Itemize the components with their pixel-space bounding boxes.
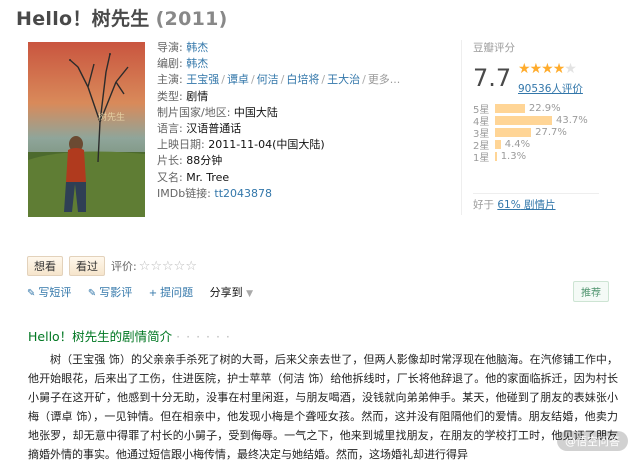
rating-bar (495, 116, 552, 126)
language-value: 汉语普通话 (186, 121, 242, 135)
cast-link[interactable]: 谭卓 (227, 73, 249, 86)
poster-image: 树先生 (28, 42, 145, 217)
rating-bar (495, 139, 501, 149)
writer-row: 编剧: 韩杰 (157, 56, 412, 72)
imdb-label: IMDb链接: (157, 186, 211, 200)
rating-bar-pct: 1.3% (500, 150, 527, 162)
recommend-button[interactable]: 推荐 (573, 281, 609, 302)
synopsis-title: Hello！树先生的剧情简介 (28, 329, 173, 344)
better-pct: 61% (497, 199, 521, 211)
better-link[interactable]: 61% 剧情片 (497, 199, 555, 211)
movie-year: (2011) (155, 8, 228, 30)
rating-score: 7.7 (473, 64, 512, 92)
write-review-item[interactable]: ✎ 写短评 (27, 286, 71, 299)
plus-icon: + (148, 288, 158, 299)
genre-label: 类型: (157, 89, 183, 103)
chevron-down-icon: ▼ (246, 289, 254, 299)
aka-value: Mr. Tree (186, 170, 230, 184)
cast-link[interactable]: 白培将 (286, 73, 319, 86)
write-long-review-item[interactable]: ✎ 写影评 (88, 286, 132, 299)
rating-bar-row: 1星 1.3% (473, 150, 588, 164)
svg-text:树先生: 树先生 (98, 111, 125, 123)
synopsis-text: 树（王宝强 饰）的父亲亲手杀死了树的大哥，后来父亲去世了，但两人影像却时常浮现在… (28, 353, 618, 461)
synopsis-body: 树（王宝强 饰）的父亲亲手杀死了树的大哥，后来父亲去世了，但两人影像却时常浮现在… (28, 350, 618, 464)
release-value: 2011-11-04(中国大陆) (208, 138, 325, 152)
share-to-label: 分享到 (209, 286, 243, 299)
better-genre: 剧情片 (524, 199, 556, 211)
rating-bar (495, 127, 532, 137)
write-review-label: 写短评 (38, 286, 72, 299)
movie-poster[interactable]: 树先生 (28, 42, 145, 217)
rating-distribution: 5星 22.9% 4星 43.7% 3星 27.7% 2星 4.4% 1星 1.3% (473, 103, 588, 164)
write-long-review-label: 写影评 (99, 286, 133, 299)
country-label: 制片国家/地区: (157, 105, 231, 119)
want-button[interactable]: 想看 (27, 256, 63, 276)
release-label: 上映日期: (157, 138, 205, 152)
writer-label: 编剧: (157, 57, 183, 71)
pen-icon: ✎ (87, 288, 97, 299)
synopsis-heading: Hello！树先生的剧情简介 · · · · · · (28, 326, 231, 345)
cast-link[interactable]: 王大治 (327, 73, 360, 86)
genre-value: 剧情 (186, 89, 209, 103)
share-bar: ✎ 写短评 ✎ 写影评 + 提问题 分享到 ▼ (27, 284, 266, 300)
director-link[interactable]: 韩杰 (186, 41, 208, 54)
rating-stars: ★★★★★ (518, 61, 577, 77)
votes-link[interactable]: 90536人评价 (518, 81, 583, 96)
pen-icon: ✎ (27, 288, 36, 299)
runtime-label: 片长: (157, 154, 183, 168)
runtime-value: 88分钟 (186, 154, 223, 168)
country-row: 制片国家/地区: 中国大陆 (157, 105, 412, 121)
director-label: 导演: (157, 41, 183, 54)
action-bar: 想看 看过 评价: ☆☆☆☆☆ (27, 256, 197, 276)
movie-name: Hello！树先生 (16, 8, 150, 30)
watermark: @悟空问答 (557, 431, 628, 451)
star-icon: ★ (541, 61, 554, 77)
more-cast-link[interactable]: 更多... (368, 73, 401, 86)
aka-row: 又名: Mr. Tree (157, 170, 412, 186)
rate-stars[interactable]: ☆☆☆☆☆ (139, 259, 197, 274)
imdb-row: IMDb链接: tt2043878 (157, 186, 412, 202)
synopsis-dots: · · · · · · (176, 329, 231, 344)
cast-label: 主演: (157, 73, 183, 87)
star-icon: ★ (518, 61, 531, 77)
rating-bar-pct: 22.9% (528, 103, 561, 115)
better-than: 好于 61% 剧情片 (473, 193, 599, 212)
cast-row: 主演: 王宝强 / 谭卓 / 何洁 / 白培将 / 王大治 / 更多... (157, 73, 401, 87)
share-to-item[interactable]: 分享到 ▼ (210, 286, 253, 299)
director-row: 导演: 韩杰 (157, 40, 412, 56)
star-icon: ★ (552, 61, 566, 77)
ask-question-label: 提问题 (160, 286, 194, 299)
page-title: Hello！树先生 (2011) (16, 4, 228, 31)
rating-bar-pct: 4.4% (504, 138, 531, 150)
ask-question-item[interactable]: + 提问题 (149, 286, 193, 299)
rating-bar (495, 151, 497, 161)
cast-link[interactable]: 王宝强 (186, 73, 219, 86)
rating-bar-pct: 43.7% (556, 115, 588, 127)
better-prefix: 好于 (473, 199, 494, 211)
writer-link[interactable]: 韩杰 (186, 57, 208, 70)
country-value: 中国大陆 (233, 105, 278, 119)
genre-row: 类型: 剧情 (157, 89, 412, 105)
language-label: 语言: (157, 121, 183, 135)
movie-info: 导演: 韩杰 编剧: 韩杰 主演: 王宝强 / 谭卓 / 何洁 / 白培将 / 王大治 / 更多..… (157, 40, 412, 202)
rating-bar-pct: 27.7% (535, 126, 567, 138)
rating-bar-label: 1星 (473, 152, 490, 164)
rate-label: 评价: (111, 260, 137, 273)
star-icon: ★ (529, 61, 543, 77)
seen-button[interactable]: 看过 (69, 256, 105, 276)
release-row: 上映日期: 2011-11-04(中国大陆) (157, 137, 412, 153)
language-row: 语言: 汉语普通话 (157, 121, 412, 137)
cast-link[interactable]: 何洁 (257, 73, 279, 86)
rating-panel: 豆瓣评分 7.7 ★★★★★ 90536人评价 5星 22.9% 4星 43.7% 3星… (461, 40, 623, 215)
star-empty-icon: ★ (564, 61, 577, 77)
rating-bar (495, 104, 525, 114)
rating-label: 豆瓣评分 (473, 42, 515, 54)
runtime-row: 片长: 88分钟 (157, 153, 412, 169)
imdb-link[interactable]: tt2043878 (214, 187, 272, 200)
aka-label: 又名: (157, 170, 183, 184)
